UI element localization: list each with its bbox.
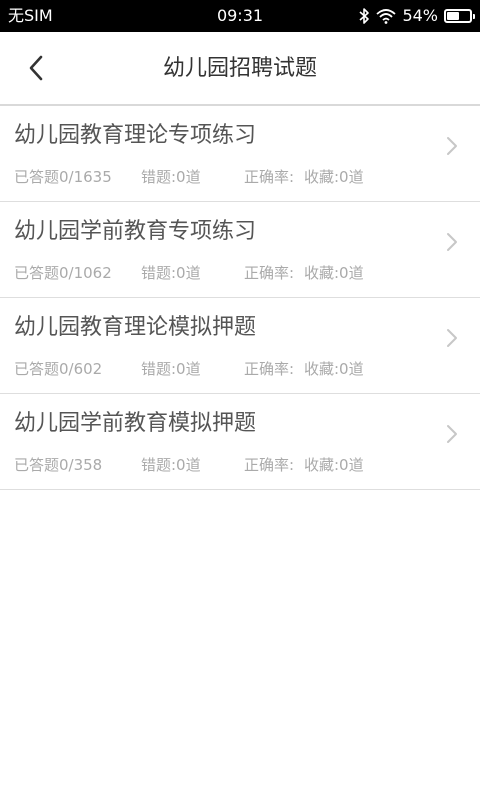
battery-icon [444, 9, 475, 23]
list-item[interactable]: 幼儿园教育理论专项练习 已答题0/1635 错题:0道 正确率: 收藏:0道 [0, 106, 480, 202]
page-title: 幼儿园招聘试题 [162, 56, 317, 81]
item-title: 幼儿园教育理论专项练习 [14, 123, 257, 148]
chevron-right-icon [447, 137, 457, 155]
accuracy-label: 正确率: [244, 264, 295, 282]
favorites-count: 收藏:0道 [304, 360, 364, 378]
chevron-right-icon [447, 233, 457, 251]
list-item[interactable]: 幼儿园学前教育模拟押题 已答题0/358 错题:0道 正确率: 收藏:0道 [0, 394, 480, 490]
favorites-count: 收藏:0道 [304, 456, 364, 474]
wrong-count: 错题:0道 [141, 456, 201, 474]
wifi-icon [376, 8, 397, 24]
item-title: 幼儿园教育理论模拟押题 [14, 315, 257, 340]
chevron-right-icon [447, 329, 457, 347]
accuracy-label: 正确率: [244, 360, 295, 378]
bluetooth-icon [358, 7, 370, 25]
wrong-count: 错题:0道 [141, 168, 201, 186]
answered-count: 已答题0/358 [14, 456, 103, 474]
wrong-count: 错题:0道 [141, 360, 201, 378]
status-bar: 无SIM 09:31 54% [0, 0, 480, 32]
accuracy-label: 正确率: [244, 456, 295, 474]
favorites-count: 收藏:0道 [304, 264, 364, 282]
battery-fill [447, 12, 459, 20]
item-title: 幼儿园学前教育专项练习 [14, 219, 257, 244]
answered-count: 已答题0/1062 [14, 264, 112, 282]
answered-count: 已答题0/1635 [14, 168, 112, 186]
answered-count: 已答题0/602 [14, 360, 103, 378]
status-indicators: 54% [358, 5, 475, 27]
list-item[interactable]: 幼儿园学前教育专项练习 已答题0/1062 错题:0道 正确率: 收藏:0道 [0, 202, 480, 298]
favorites-count: 收藏:0道 [304, 168, 364, 186]
chevron-right-icon [447, 425, 457, 443]
battery-percent: 54% [402, 6, 438, 25]
wrong-count: 错题:0道 [141, 264, 201, 282]
list-item[interactable]: 幼儿园教育理论模拟押题 已答题0/602 错题:0道 正确率: 收藏:0道 [0, 298, 480, 394]
item-title: 幼儿园学前教育模拟押题 [14, 411, 257, 436]
accuracy-label: 正确率: [244, 168, 295, 186]
nav-bar: 幼儿园招聘试题 [0, 32, 480, 106]
practice-list: 幼儿园教育理论专项练习 已答题0/1635 错题:0道 正确率: 收藏:0道 幼… [0, 106, 480, 490]
